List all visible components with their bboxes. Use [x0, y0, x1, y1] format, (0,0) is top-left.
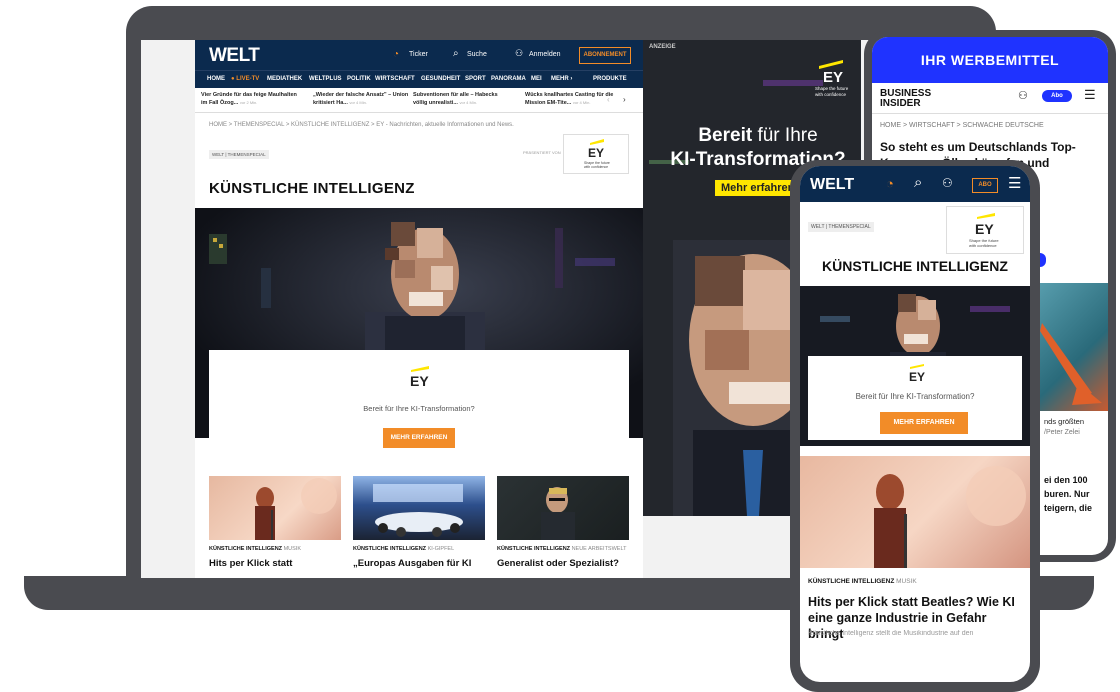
nav-produkte[interactable]: PRODUKTE	[593, 76, 627, 82]
login-link[interactable]: Anmelden	[529, 51, 561, 58]
welt-logo[interactable]: WELT	[209, 45, 260, 67]
ad-cta-button[interactable]: Mehr erfahren	[715, 180, 801, 196]
search-icon[interactable]: ⌕	[453, 48, 459, 59]
nav-sport[interactable]: SPORT	[465, 76, 486, 82]
welt-mobile-header: WELT ◔ ⌕ ⚇ ABO ☰	[800, 166, 1030, 202]
article-category: KÜNSTLICHE INTELLIGENZ MUSIK	[209, 546, 301, 552]
page-title: KÜNSTLICHE INTELLIGENZ	[209, 180, 415, 197]
divider	[872, 113, 1108, 114]
sponsor-ad-card: EY Bereit für Ihre KI-Transformation? ME…	[808, 356, 1022, 440]
search-link[interactable]: Suche	[467, 51, 487, 58]
singer-image	[255, 478, 337, 540]
ticker-item[interactable]: Wücks knallhartes Casting für die Missio…	[525, 92, 625, 107]
image-credit: /Peter Zelei	[1044, 429, 1080, 436]
main-nav: HOME ● LIVE-TV MEDIATHEK WELTPLUS POLITI…	[195, 70, 643, 89]
article-category: KÜNSTLICHE INTELLIGENZ KI-GIPFEL	[353, 546, 455, 552]
article-category: KÜNSTLICHE INTELLIGENZ MUSIK	[808, 578, 917, 585]
menu-icon[interactable]: ☰	[1084, 87, 1096, 103]
ticker-icon[interactable]: ◔	[393, 49, 399, 60]
nav-mehr[interactable]: MEHR ›	[551, 76, 572, 82]
article-category: KÜNSTLICHE INTELLIGENZ NEUE ARBEITSWELT	[497, 546, 627, 552]
learn-more-button[interactable]: MEHR ERFAHREN	[383, 428, 455, 448]
ad-placement-banner: IHR WERBEMITTEL	[872, 37, 1108, 83]
welt-header: WELT ◔ Ticker ⌕ Suche ⚇ Anmelden ABONNEM…	[195, 40, 643, 70]
breadcrumb: HOME > WIRTSCHAFT > SCHWACHE DEUTSCHE	[880, 122, 1044, 129]
ad-label: ANZEIGE	[649, 44, 676, 50]
news-ticker: Vier Gründe für das feige Maulhalten im …	[195, 88, 643, 113]
user-icon[interactable]: ⚇	[1018, 89, 1028, 102]
svg-text:with confidence: with confidence	[584, 165, 608, 169]
nav-mei[interactable]: MEI	[531, 76, 542, 82]
ey-logo-icon: EY	[909, 364, 925, 384]
ey-logo-icon: EY	[410, 366, 429, 389]
nav-mediathek[interactable]: MEDIATHEK	[267, 76, 302, 82]
welt-desktop-page: WELT ◔ Ticker ⌕ Suche ⚇ Anmelden ABONNEM…	[195, 40, 643, 578]
nav-live-tv[interactable]: ● LIVE-TV	[231, 76, 259, 82]
subscribe-button[interactable]: ABO	[972, 178, 998, 193]
user-icon[interactable]: ⚇	[942, 176, 953, 190]
svg-text:EY: EY	[588, 146, 604, 160]
ticker-icon[interactable]: ◔	[886, 176, 894, 191]
article-title[interactable]: Hits per Klick statt	[209, 558, 341, 569]
phone-screen: WELT ◔ ⌕ ⚇ ABO ☰ WELT | THEMENSPECIAL EY…	[800, 166, 1030, 682]
article-paragraph: ei den 100 buren. Nur teigern, die	[1044, 475, 1093, 513]
menu-icon[interactable]: ☰	[1008, 174, 1021, 192]
article-teaser: Künstliche Intelligenz stellt die Musiki…	[808, 630, 974, 637]
ey-logo-icon: EY Shape the future with confidence	[969, 213, 999, 248]
article-image-worker[interactable]	[497, 476, 629, 540]
nav-wirtschaft[interactable]: WIRTSCHAFT	[375, 76, 415, 82]
summit-image	[373, 484, 463, 537]
ticker-item[interactable]: Vier Gründe für das feige Maulhalten im …	[201, 92, 301, 107]
article-image-music[interactable]	[209, 476, 341, 540]
ad-card-text: Bereit für Ihre KI-Transformation?	[855, 392, 975, 401]
man-image	[541, 487, 575, 540]
sponsor-ad-card: EY Bereit für Ihre KI-Transformation? ME…	[209, 350, 629, 462]
nav-home[interactable]: HOME	[207, 76, 225, 82]
svg-text:EY: EY	[975, 221, 994, 237]
presented-by-label: PRÄSENTIERT VON	[523, 150, 561, 155]
business-insider-logo[interactable]: BUSINESS INSIDER	[880, 89, 931, 109]
user-icon[interactable]: ⚇	[515, 48, 523, 59]
ey-logo-icon: EY Shape the future with confidence	[584, 139, 610, 169]
ticker-link[interactable]: Ticker	[409, 51, 428, 58]
nav-panorama[interactable]: PANORAMA	[491, 76, 526, 82]
article-title[interactable]: „Europas Ausgaben für KI	[353, 558, 485, 569]
abo-button[interactable]: Abo	[1042, 90, 1072, 102]
ticker-item[interactable]: „Wieder der falsche Ansatz" – Union krit…	[313, 92, 413, 107]
nav-weltplus[interactable]: WELTPLUS	[309, 76, 342, 82]
svg-text:with confidence: with confidence	[815, 92, 847, 97]
article-image-summit[interactable]	[353, 476, 485, 540]
svg-text:EY: EY	[909, 370, 925, 384]
sponsor-logo-box[interactable]: EY Shape the future with confidence	[563, 134, 629, 174]
chart-arrow-image	[1032, 283, 1108, 411]
sponsor-logo-box[interactable]: EY Shape the future with confidence	[946, 206, 1024, 254]
svg-text:with confidence: with confidence	[969, 243, 997, 248]
theme-tag: WELT | THEMENSPECIAL	[209, 150, 269, 159]
theme-tag: WELT | THEMENSPECIAL	[808, 222, 874, 232]
image-caption: nds größten	[1044, 417, 1085, 426]
nav-gesundheit[interactable]: GESUNDHEIT	[421, 76, 460, 82]
page-title: KÜNSTLICHE INTELLIGENZ	[822, 258, 1008, 274]
welt-logo[interactable]: WELT	[810, 176, 854, 194]
svg-text:EY: EY	[823, 69, 843, 86]
article-image-music[interactable]	[800, 456, 1030, 568]
learn-more-button[interactable]: MEHR ERFAHREN	[880, 412, 968, 434]
breadcrumb: HOME > THEMENSPECIAL > KÜNSTLICHE INTELL…	[209, 122, 514, 128]
subscribe-button[interactable]: ABONNEMENT	[579, 47, 631, 64]
arrow-image	[1040, 323, 1102, 405]
singer-image	[874, 466, 1026, 568]
nav-politik[interactable]: POLITIK	[347, 76, 371, 82]
ticker-item[interactable]: Subventionen für alle – Habecks völlig u…	[413, 92, 513, 107]
svg-text:Shape the future: Shape the future	[815, 86, 849, 91]
svg-text:EY: EY	[410, 373, 429, 389]
article-title[interactable]: Generalist oder Spezialist?	[497, 558, 629, 569]
chevron-left-icon[interactable]: ‹	[607, 95, 610, 104]
ad-card-text: Bereit für Ihre KI-Transformation?	[363, 404, 475, 413]
chevron-right-icon[interactable]: ›	[623, 95, 626, 104]
search-icon[interactable]: ⌕	[914, 174, 922, 191]
